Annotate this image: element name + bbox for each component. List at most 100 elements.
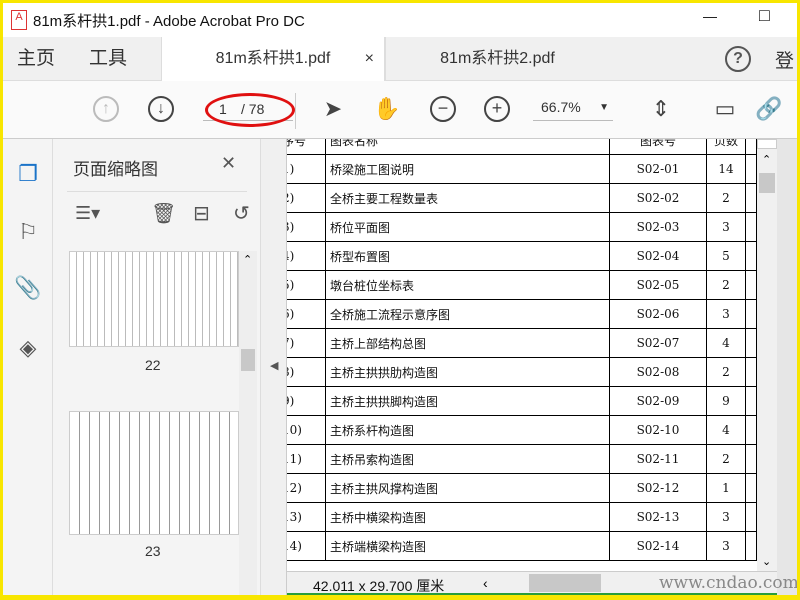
maximize-button[interactable]: □ — [759, 5, 770, 26]
table-header: 序号 图表名称 图表号 页数 — [287, 139, 757, 155]
row-number: 12) — [287, 473, 326, 503]
page-count: 2 — [706, 444, 746, 474]
thumbnail-scrollbar[interactable]: ⌃ — [239, 251, 257, 595]
table-row: 7)主桥上部结构总图S02-074 — [287, 328, 757, 358]
scroll-thumb[interactable] — [759, 173, 775, 193]
drawing-code: S02-14 — [609, 531, 707, 561]
chevron-down-icon: ▼ — [599, 102, 609, 113]
page-count: 1 — [706, 473, 746, 503]
drawing-name: 主桥主拱拱肋构造图 — [325, 357, 610, 387]
drawing-name: 主桥系杆构造图 — [325, 415, 610, 445]
tab-doc1[interactable]: 81m系杆拱1.pdf × — [161, 37, 385, 81]
page-count: 4 — [706, 415, 746, 445]
row-number: 4) — [287, 241, 326, 271]
insert-page-icon[interactable]: ⊟ — [193, 201, 210, 226]
drawing-code: S02-04 — [609, 241, 707, 271]
drawing-name: 主桥主拱拱脚构造图 — [325, 386, 610, 416]
close-tab-icon[interactable]: × — [365, 37, 374, 81]
drawing-name: 桥梁施工图说明 — [325, 154, 610, 184]
delete-icon[interactable]: 🗑 — [151, 201, 176, 226]
table-row: 5)墩台桩位坐标表S02-052 — [287, 270, 757, 300]
page-count: 3 — [706, 299, 746, 329]
table-row: 6)全桥施工流程示意序图S02-063 — [287, 299, 757, 329]
page-number-label: 22 — [145, 357, 161, 373]
nav-tools[interactable]: 工具 — [89, 37, 127, 81]
close-panel-icon[interactable]: ✕ — [221, 153, 236, 174]
table-row: 10)主桥系杆构造图S02-104 — [287, 415, 757, 445]
sign-in-button[interactable]: 登 — [775, 46, 794, 73]
drawing-code: S02-12 — [609, 473, 707, 503]
drawing-index-table: 序号 图表名称 图表号 页数 1)桥梁施工图说明S02-01142)全桥主要工程… — [287, 139, 757, 561]
zoom-select[interactable]: 66.7% ▼ — [533, 99, 613, 121]
red-annotation-ellipse — [205, 93, 295, 127]
table-row: 12)主桥主拱风撑构造图S02-121 — [287, 473, 757, 503]
drawing-name: 墩台桩位坐标表 — [325, 270, 610, 300]
page-count: 3 — [706, 531, 746, 561]
table-row: 1)桥梁施工图说明S02-0114 — [287, 154, 757, 184]
zoom-value: 66.7% — [541, 99, 581, 115]
read-mode-icon[interactable]: ▭ — [707, 91, 743, 127]
row-number: 1) — [287, 154, 326, 184]
page-size: 42.011 x 29.700 厘米 — [313, 578, 445, 594]
select-tool-icon[interactable]: ➤ — [315, 91, 351, 127]
title-bar: A 81m系杆拱1.pdf - Adobe Acrobat Pro DC — □ — [3, 3, 797, 37]
table-row: 4)桥型布置图S02-045 — [287, 241, 757, 271]
drawing-code: S02-06 — [609, 299, 707, 329]
drawing-code: S02-08 — [609, 357, 707, 387]
vertical-scrollbar[interactable]: ⌃ ⌄ — [757, 139, 777, 571]
row-number: 10) — [287, 415, 326, 445]
page-count: 5 — [706, 241, 746, 271]
table-row: 8)主桥主拱拱肋构造图S02-082 — [287, 357, 757, 387]
fit-page-icon[interactable]: ⇕ — [643, 91, 679, 127]
rotate-icon[interactable]: ↺ — [233, 201, 250, 226]
page-count: 3 — [706, 502, 746, 532]
drawing-code: S02-09 — [609, 386, 707, 416]
page-count: 2 — [706, 357, 746, 387]
tab-label: 81m系杆拱2.pdf — [440, 50, 555, 67]
row-number: 13) — [287, 502, 326, 532]
drawing-code: S02-01 — [609, 154, 707, 184]
row-number: 5) — [287, 270, 326, 300]
scroll-left-icon[interactable]: ‹ — [483, 575, 488, 591]
row-number: 14) — [287, 531, 326, 561]
tab-doc2[interactable]: 81m系杆拱2.pdf — [385, 37, 609, 81]
drawing-name: 桥位平面图 — [325, 212, 610, 242]
previous-page-icon[interactable]: ↑ — [88, 91, 124, 127]
scroll-up-icon[interactable]: ⌃ — [762, 153, 771, 166]
zoom-out-icon[interactable]: − — [425, 91, 461, 127]
drawing-name: 主桥中横梁构造图 — [325, 502, 610, 532]
next-page-icon[interactable]: ↓ — [143, 91, 179, 127]
row-number: 6) — [287, 299, 326, 329]
page-thumbnails-icon[interactable]: ❐ — [13, 161, 43, 191]
document-view: 序号 图表名称 图表号 页数 1)桥梁施工图说明S02-01142)全桥主要工程… — [287, 139, 757, 571]
page-thumbnail[interactable] — [69, 251, 239, 347]
hand-tool-icon[interactable]: ✋ — [369, 91, 405, 127]
zoom-in-icon[interactable]: + — [479, 91, 515, 127]
options-menu-icon[interactable]: ☰▾ — [75, 203, 100, 224]
right-pane — [777, 139, 797, 595]
page-count: 4 — [706, 328, 746, 358]
share-link-icon[interactable]: 🔗 — [751, 91, 787, 127]
drawing-code: S02-07 — [609, 328, 707, 358]
table-row: 3)桥位平面图S02-033 — [287, 212, 757, 242]
drawing-name: 桥型布置图 — [325, 241, 610, 271]
minimize-button[interactable]: — — [703, 8, 717, 24]
page-thumbnail[interactable] — [69, 411, 239, 535]
collapse-panel-button[interactable]: ◀ — [261, 139, 287, 595]
attachment-icon[interactable]: 📎 — [13, 275, 43, 305]
drawing-code: S02-10 — [609, 415, 707, 445]
page-count: 2 — [706, 183, 746, 213]
table-row: 14)主桥端横梁构造图S02-143 — [287, 531, 757, 561]
table-row: 13)主桥中横梁构造图S02-133 — [287, 502, 757, 532]
left-rail: ❐ ⚐ 📎 ◈ — [3, 139, 53, 595]
nav-home[interactable]: 主页 — [17, 37, 55, 81]
horizontal-scroll-thumb[interactable] — [529, 574, 601, 592]
drawing-name: 主桥主拱风撑构造图 — [325, 473, 610, 503]
acrobat-window: A 81m系杆拱1.pdf - Adobe Acrobat Pro DC — □… — [3, 3, 797, 595]
scroll-down-icon[interactable]: ⌄ — [762, 555, 771, 568]
layers-icon[interactable]: ◈ — [13, 335, 43, 365]
drawing-code: S02-11 — [609, 444, 707, 474]
help-icon[interactable]: ? — [725, 46, 751, 72]
bookmark-icon[interactable]: ⚐ — [13, 219, 43, 249]
page-count: 2 — [706, 270, 746, 300]
